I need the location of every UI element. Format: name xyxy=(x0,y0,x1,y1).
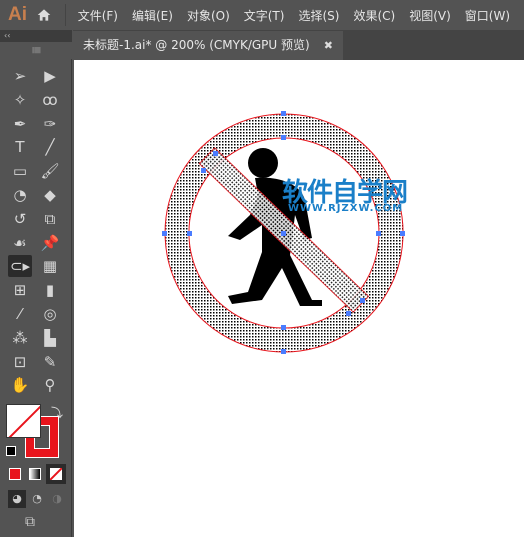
artwork xyxy=(162,111,405,354)
gradient-mode-button[interactable] xyxy=(29,468,41,480)
change-screen-mode-icon[interactable]: ⧉ xyxy=(25,514,35,530)
watermark-url: WWW.RJZXW.COM xyxy=(288,203,404,214)
prohibition-sign[interactable] xyxy=(162,111,405,354)
draw-inside-button[interactable]: ◑ xyxy=(48,490,66,508)
default-colors-icon[interactable] xyxy=(6,446,16,456)
draw-behind-button[interactable]: ◔ xyxy=(28,490,46,508)
draw-normal-button[interactable]: ◕ xyxy=(8,490,26,508)
fill-swatch[interactable] xyxy=(6,404,41,438)
color-mode-button[interactable] xyxy=(9,468,21,480)
none-mode-button[interactable] xyxy=(46,464,66,484)
